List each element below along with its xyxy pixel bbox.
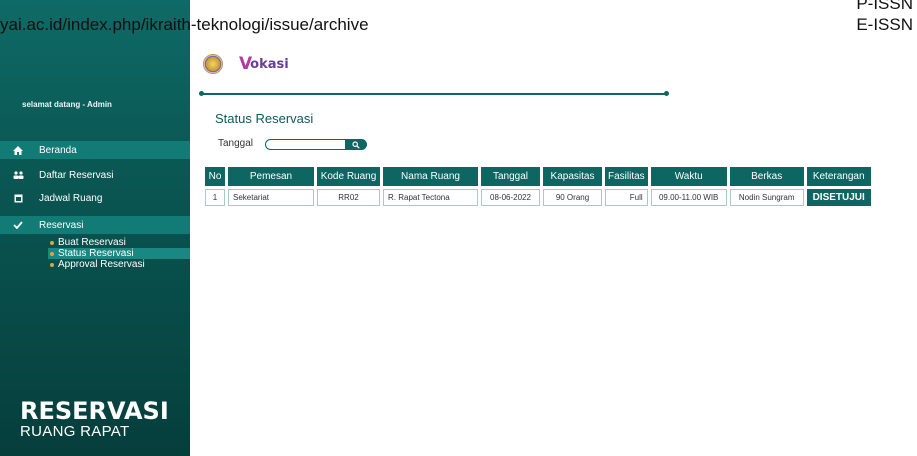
cell-fasilitas: Full (605, 189, 648, 206)
overlay-pissn: P-ISSN (856, 0, 913, 13)
cell-kapasitas: 90 Orang (543, 189, 602, 206)
sidebar-item-label: Reservasi (39, 219, 84, 231)
status-badge[interactable]: DISETUJUI (806, 189, 871, 206)
university-logo-icon (203, 54, 223, 74)
header-divider (199, 91, 669, 96)
cell-pemesan: Seketariat (228, 189, 314, 206)
table-row[interactable]: 1 Seketariat RR02 R. Rapat Tectona 08-06… (205, 189, 871, 206)
vokasi-logo: Vokasi (239, 54, 289, 74)
cell-kode-ruang: RR02 (317, 189, 380, 206)
col-header-kapasitas: Kapasitas (543, 167, 602, 186)
brand-title: RESERVASI (20, 397, 169, 425)
header-logos: Vokasi (203, 54, 289, 74)
bullet-icon (50, 262, 54, 267)
col-header-berkas: Berkas (729, 167, 804, 186)
date-filter-label: Tanggal (218, 138, 254, 149)
col-header-keterangan: Keterangan (806, 167, 871, 186)
page: yai.ac.id/index.php/ikraith-teknologi/is… (0, 0, 917, 456)
sidebar-item-beranda[interactable]: Beranda (0, 141, 190, 159)
col-header-tanggal: Tanggal (481, 167, 540, 186)
overlay-eissn: E-ISSN (856, 15, 913, 34)
welcome-text: selamat datang - Admin (22, 100, 112, 109)
home-icon (12, 145, 24, 155)
subnav-label: Status Reservasi (58, 248, 134, 259)
subnav-label: Buat Reservasi (58, 237, 126, 248)
cell-tanggal: 08-06-2022 (481, 189, 540, 206)
subnav-buat-reservasi[interactable]: Buat Reservasi (50, 237, 126, 248)
cell-nama-ruang: R. Rapat Tectona (383, 189, 478, 206)
cell-berkas: Nodin Sungram (729, 189, 804, 206)
sidebar-item-jadwal-ruang[interactable]: Jadwal Ruang (0, 189, 190, 207)
col-header-kode-ruang: Kode Ruang (317, 167, 380, 186)
sidebar-item-label: Daftar Reservasi (39, 169, 114, 181)
brand-subtitle: RUANG RAPAT (20, 423, 130, 440)
table-header-row: No Pemesan Kode Ruang Nama Ruang Tanggal… (205, 167, 871, 186)
reservation-table: No Pemesan Kode Ruang Nama Ruang Tanggal… (202, 164, 874, 209)
col-header-waktu: Waktu (650, 167, 727, 186)
sidebar-item-label: Beranda (39, 144, 77, 156)
subnav-status-reservasi[interactable]: Status Reservasi (50, 248, 134, 259)
overlay-url-text: yai.ac.id/index.php/ikraith-teknologi/is… (0, 15, 369, 34)
sidebar-item-label: Jadwal Ruang (39, 192, 103, 204)
sidebar-item-daftar-reservasi[interactable]: Daftar Reservasi (0, 166, 190, 184)
cell-no: 1 (205, 189, 225, 206)
subnav-label: Approval Reservasi (58, 259, 145, 270)
date-filter-input[interactable] (265, 139, 347, 150)
sidebar-item-reservasi[interactable]: Reservasi (0, 216, 190, 234)
sidebar: selamat datang - Admin Beranda Daftar Re… (0, 0, 190, 456)
people-icon (12, 171, 24, 179)
search-icon (352, 140, 360, 149)
check-icon (12, 221, 24, 229)
cell-waktu: 09.00-11.00 WIB (650, 189, 727, 206)
col-header-nama-ruang: Nama Ruang (383, 167, 478, 186)
subnav-approval-reservasi[interactable]: Approval Reservasi (50, 259, 145, 270)
col-header-pemesan: Pemesan (228, 167, 314, 186)
calendar-icon (12, 194, 24, 203)
bullet-icon (50, 240, 54, 245)
col-header-fasilitas: Fasilitas (605, 167, 648, 186)
search-button[interactable] (345, 139, 367, 150)
page-title: Status Reservasi (215, 111, 314, 126)
brand-logo: RESERVASI RUANG RAPAT (20, 398, 169, 440)
col-header-no: No (205, 167, 225, 186)
bullet-icon (50, 251, 54, 256)
